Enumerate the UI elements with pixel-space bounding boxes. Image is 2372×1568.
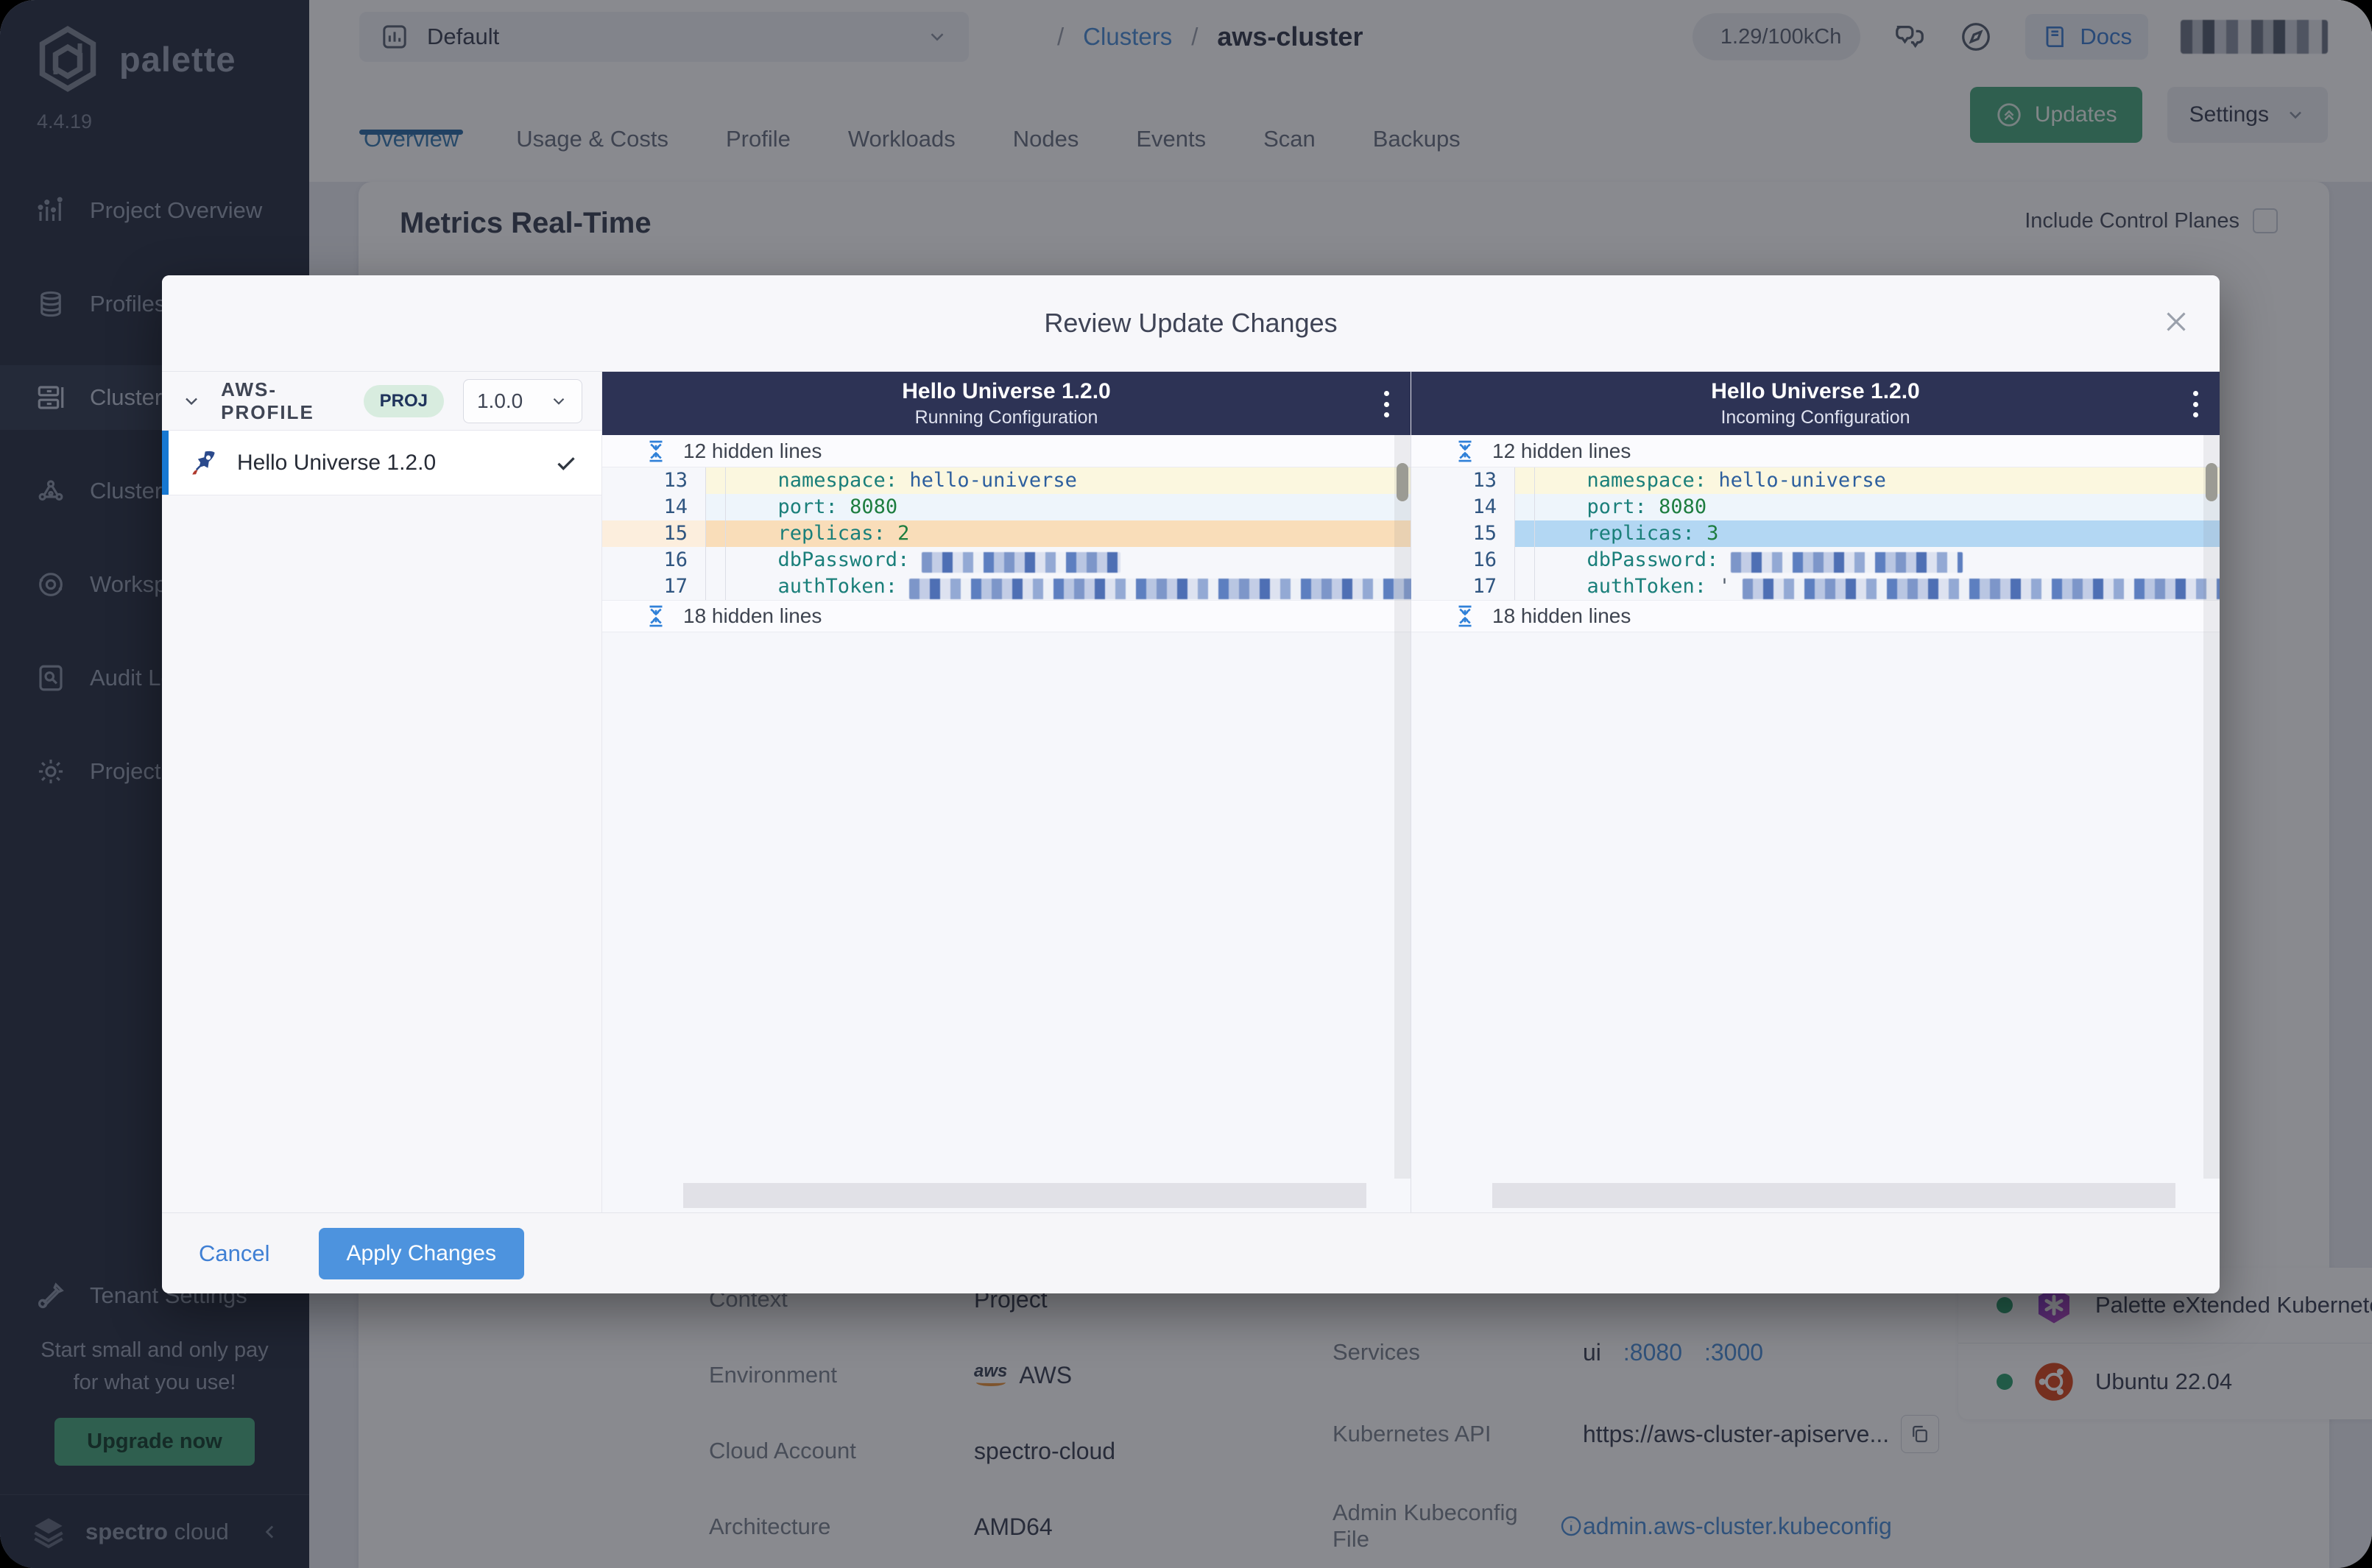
hidden-lines-label: 12 hidden lines (683, 439, 822, 462)
line-number: 17 (663, 575, 688, 598)
line-code: port: 8080 (1535, 494, 2220, 520)
modal-title: Review Update Changes (1044, 308, 1338, 338)
profile-list-panel: AWS-PROFILE PROJ 1.0.0 Hello Universe 1.… (162, 372, 602, 1212)
profile-version-select[interactable]: 1.0.0 (462, 378, 582, 423)
diff-pane-running: Hello Universe 1.2.0 Running Configurati… (602, 372, 1425, 1212)
vertical-scrollbar-thumb[interactable] (2206, 463, 2217, 501)
hidden-lines-row-bottom: 18 hidden lines (1411, 600, 2220, 632)
line-marker-gutter (1514, 573, 1535, 600)
line-marker-gutter (1514, 494, 1535, 520)
line-code: port: 8080 (726, 494, 1411, 520)
line-marker-gutter (1514, 520, 1535, 547)
modal-titlebar: Review Update Changes (162, 275, 2220, 372)
hidden-lines-label: 18 hidden lines (1492, 604, 1631, 627)
line-marker-gutter (705, 467, 726, 494)
modal-body: AWS-PROFILE PROJ 1.0.0 Hello Universe 1.… (162, 372, 2220, 1212)
line-marker-gutter (705, 547, 726, 573)
unfold-vertical-icon[interactable] (643, 604, 668, 629)
diff-line: 14 port: 8080 (1411, 494, 2220, 520)
unfold-vertical-icon[interactable] (643, 439, 668, 464)
chevron-down-icon (549, 392, 568, 411)
line-number: 17 (1472, 575, 1497, 598)
line-marker-gutter (705, 573, 726, 600)
hidden-lines-row-bottom: 18 hidden lines (602, 600, 1411, 632)
diff-pane-title: Hello Universe 1.2.0 (1711, 379, 1920, 403)
diff-line: 16 dbPassword: (1411, 547, 2220, 573)
line-number: 13 (1472, 469, 1497, 492)
diff-line: 16 dbPassword: (602, 547, 1411, 573)
modal-footer: Cancel Apply Changes (162, 1212, 2220, 1293)
cancel-button[interactable]: Cancel (194, 1240, 275, 1268)
line-code: replicas: 2 (726, 520, 1411, 547)
vertical-scrollbar-thumb[interactable] (1397, 463, 1408, 501)
pack-row-hello-universe[interactable]: Hello Universe 1.2.0 (162, 431, 601, 495)
diff-pane-subtitle: Incoming Configuration (1720, 407, 1910, 428)
redacted-secret-value (1730, 551, 1963, 573)
line-code: replicas: 3 (1535, 520, 2220, 547)
diff-line: 15 replicas: 3 (1411, 520, 2220, 547)
vertical-scrollbar[interactable] (1394, 435, 1411, 1179)
diff-pane-header: Hello Universe 1.2.0 Incoming Configurat… (1411, 372, 2220, 435)
line-marker-gutter (705, 494, 726, 520)
diff-line: 14 port: 8080 (602, 494, 1411, 520)
line-code: dbPassword: (1535, 547, 2220, 573)
profile-name: AWS-PROFILE (221, 378, 314, 423)
diff-line: 13 namespace: hello-universe (1411, 467, 2220, 494)
diff-line: 15 replicas: 2 (602, 520, 1411, 547)
hidden-lines-label: 18 hidden lines (683, 604, 822, 627)
unfold-vertical-icon[interactable] (1453, 604, 1478, 629)
hidden-lines-row-top: 12 hidden lines (1411, 435, 2220, 467)
line-number: 16 (1472, 548, 1497, 571)
line-code: authToken: (726, 573, 1425, 600)
apply-changes-button[interactable]: Apply Changes (318, 1227, 524, 1279)
vertical-scrollbar[interactable] (2203, 435, 2220, 1179)
hidden-lines-row-top: 12 hidden lines (602, 435, 1411, 467)
line-marker-gutter (705, 520, 726, 547)
diff-lines: 13 namespace: hello-universe 14 port: 80… (1411, 467, 2220, 600)
pack-name: Hello Universe 1.2.0 (237, 450, 437, 475)
unfold-vertical-icon[interactable] (1453, 439, 1478, 464)
diff-lines: 13 namespace: hello-universe 14 port: 80… (602, 467, 1425, 600)
hidden-lines-label: 12 hidden lines (1492, 439, 1631, 462)
horizontal-scrollbar[interactable] (1492, 1183, 2175, 1208)
rocket-icon (187, 447, 219, 479)
line-number: 13 (663, 469, 688, 492)
review-update-changes-modal: Review Update Changes AWS-PROFILE PROJ 1… (162, 275, 2220, 1293)
profile-scope-badge: PROJ (363, 384, 444, 417)
kebab-menu-icon[interactable] (2190, 388, 2200, 420)
diff-line: 17 authToken: ' (1411, 573, 2220, 600)
redacted-secret-value (1742, 578, 2220, 599)
line-number: 16 (663, 548, 688, 571)
diff-line: 17 authToken: (602, 573, 1425, 600)
line-marker-gutter (1514, 547, 1535, 573)
line-number: 15 (663, 522, 688, 545)
diff-pane-subtitle: Running Configuration (914, 407, 1098, 428)
line-code: authToken: ' (1535, 573, 2220, 600)
horizontal-scrollbar[interactable] (683, 1183, 1366, 1208)
app-window: Default / Clusters / aws-cluster 1.29/10… (0, 0, 2372, 1568)
check-icon (553, 450, 579, 476)
line-marker-gutter (1514, 467, 1535, 494)
line-code: namespace: hello-universe (726, 467, 1411, 494)
line-number: 14 (1472, 495, 1497, 518)
line-number: 15 (1472, 522, 1497, 545)
redacted-secret-value (909, 578, 1425, 599)
diff-pane-incoming: Hello Universe 1.2.0 Incoming Configurat… (1411, 372, 2220, 1212)
kebab-menu-icon[interactable] (1381, 388, 1391, 420)
line-number: 14 (663, 495, 688, 518)
diff-pane-title: Hello Universe 1.2.0 (902, 379, 1111, 403)
diff-line: 13 namespace: hello-universe (602, 467, 1411, 494)
line-code: namespace: hello-universe (1535, 467, 2220, 494)
chevron-down-icon[interactable] (181, 389, 202, 414)
profile-header: AWS-PROFILE PROJ 1.0.0 (162, 372, 601, 431)
close-icon[interactable] (2159, 305, 2193, 339)
redacted-secret-value (921, 551, 1120, 573)
profile-version-value: 1.0.0 (476, 389, 523, 412)
line-code: dbPassword: (726, 547, 1411, 573)
diff-pane-header: Hello Universe 1.2.0 Running Configurati… (602, 372, 1411, 435)
